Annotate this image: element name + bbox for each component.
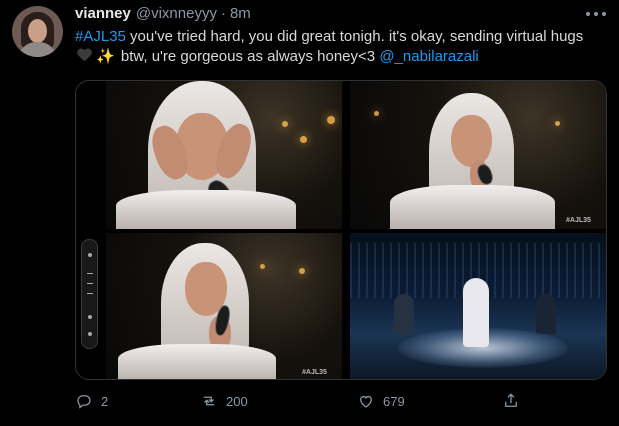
performer-gown [390,185,555,229]
user-handle[interactable]: @vixnneyyy [136,5,217,22]
hashtag-link[interactable]: #AJL35 [75,28,126,45]
tweet-text: #AJL35 you've tried hard, you did great … [75,27,595,67]
retweet-button[interactable]: 200 [200,390,248,412]
media-image-4[interactable] [350,233,606,379]
viewer-control-dot [88,315,92,319]
light-bokeh [300,136,307,143]
reply-icon [77,395,91,409]
watermark: #AJL35 [566,217,591,224]
light-bokeh [555,121,560,126]
performer-face [451,115,492,167]
media-image-1[interactable] [106,81,342,229]
light-bokeh [374,111,379,116]
tweet-text-part-1: you've tried hard, you did great tonigh.… [125,28,584,45]
avatar-face [28,19,47,43]
black-heart-emoji-icon [77,49,92,62]
more-icon[interactable] [586,8,606,20]
light-bokeh [299,268,305,274]
more-dot-2 [594,12,598,16]
avatar[interactable] [12,6,63,57]
musician-figure [536,294,556,334]
media-image-3[interactable]: #AJL35 [106,233,342,379]
media-grid[interactable]: #AJL35 #AJL35 [75,80,607,380]
display-name[interactable]: vianney [75,5,131,22]
more-dot-1 [586,12,590,16]
light-bokeh [327,116,335,124]
like-button[interactable]: 679 [357,390,405,412]
like-count: 679 [383,393,405,409]
sparkles-emoji-icon: ✨ [96,48,115,65]
performer-figure [463,278,489,347]
share-icon [505,393,517,407]
musician-figure [394,294,414,334]
light-bokeh [260,264,265,269]
reply-button[interactable]: 2 [75,390,108,412]
tweet-text-part-2: btw, u're gorgeous as always honey<3 [116,48,380,65]
share-button[interactable] [502,390,528,412]
reply-count: 2 [101,393,109,409]
tweet-header: vianney @vixnneyyy · 8m [75,5,251,25]
watermark: #AJL35 [302,369,327,376]
timestamp[interactable]: 8m [230,5,251,22]
viewer-control-line [87,293,93,294]
light-bokeh [282,121,288,127]
retweet-icon [203,396,215,406]
media-image-2[interactable]: #AJL35 [350,81,606,229]
viewer-control-line [87,283,93,284]
viewer-control-line [87,273,93,274]
tweet-actions: 2 200 679 [75,390,535,412]
retweet-count: 200 [226,393,248,409]
performer-gown [116,190,296,229]
media-viewer-control[interactable] [81,239,98,349]
tweet-card[interactable]: vianney @vixnneyyy · 8m #AJL35 you've tr… [0,0,619,426]
more-dot-3 [602,12,606,16]
heart-icon [360,396,372,408]
viewer-control-dot [88,253,92,257]
mention-link[interactable]: @_nabilarazali [379,48,478,65]
separator-dot: · [220,5,226,22]
performer-gown [118,344,276,379]
viewer-control-dot [88,332,92,336]
